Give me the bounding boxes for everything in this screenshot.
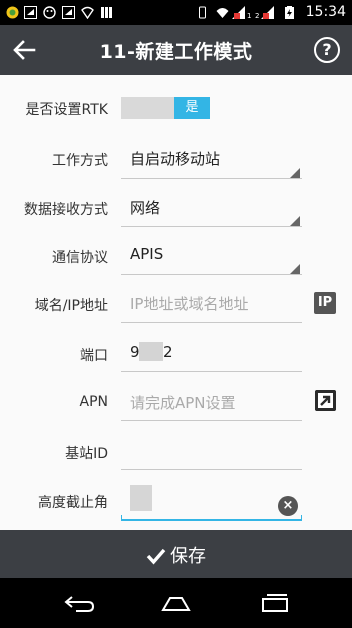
rtk-toggle[interactable]: 是: [121, 97, 210, 119]
work-mode-value: 自启动移动站: [130, 150, 221, 168]
ip-button[interactable]: IP: [314, 292, 336, 314]
port-label: 端口: [80, 348, 108, 364]
data-receive-label: 数据接收方式: [24, 202, 108, 218]
wifi-icon: [216, 8, 229, 18]
signal-notification-icon: [62, 6, 75, 19]
domain-ip-underline: [121, 322, 302, 323]
svg-text:1: 1: [247, 12, 251, 19]
apn-settings-icon[interactable]: [315, 390, 336, 411]
battery-icon: [285, 6, 294, 19]
help-button[interactable]: ?: [314, 37, 340, 63]
focus-tick-right: [301, 515, 302, 520]
spinner-arrow-icon: [290, 216, 300, 226]
nav-back-icon[interactable]: [62, 593, 96, 613]
domain-ip-label: 域名/IP地址: [34, 298, 108, 314]
domain-ip-placeholder: IP地址或域名地址: [130, 295, 249, 313]
spinner-arrow-icon: [290, 168, 300, 178]
clear-input-icon[interactable]: ×: [278, 496, 298, 516]
app-bar: 11-新建工作模式 ?: [0, 25, 352, 75]
status-bar: 1 2 15:34: [0, 0, 352, 25]
navigation-bar: [0, 578, 352, 628]
focus-tick-left: [121, 515, 122, 520]
sim2-signal-icon: 2: [255, 6, 274, 19]
port-underline: [121, 371, 302, 372]
save-label: 保存: [170, 546, 206, 567]
bars-notification-icon: [101, 7, 112, 18]
cutoff-angle-label: 高度截止角: [38, 495, 108, 511]
protocol-label: 通信协议: [52, 250, 108, 266]
apn-placeholder: 请完成APN设置: [130, 394, 236, 412]
svg-text:2: 2: [255, 12, 259, 19]
check-icon: [146, 548, 166, 565]
rtk-label: 是否设置RTK: [25, 102, 108, 118]
protocol-underline: [121, 274, 302, 275]
redacted-port-digits: [139, 342, 163, 361]
base-id-label: 基站ID: [65, 446, 108, 462]
apn-underline: [121, 420, 302, 421]
work-mode-label: 工作方式: [52, 153, 108, 169]
status-time: 15:34: [305, 4, 346, 20]
rtk-toggle-knob: 是: [174, 97, 210, 119]
save-button[interactable]: 保存: [0, 530, 352, 578]
vibrate-icon: [199, 6, 206, 19]
download-notification-icon: [24, 6, 37, 19]
protocol-value: APIS: [130, 245, 164, 263]
page-title: 11-新建工作模式: [99, 41, 253, 63]
spinner-arrow-icon: [290, 264, 300, 274]
nav-home-icon[interactable]: [159, 593, 193, 613]
work-mode-underline: [121, 178, 302, 179]
sim1-signal-icon: 1: [232, 6, 251, 19]
redacted-angle-value: [130, 485, 152, 511]
data-receive-value: 网络: [130, 199, 161, 217]
face-notification-icon: [43, 6, 56, 19]
port-value-end: 2: [163, 343, 173, 361]
base-id-underline: [121, 469, 302, 470]
nav-recents-icon[interactable]: [258, 593, 292, 613]
data-receive-underline: [121, 226, 302, 227]
apn-label: APN: [79, 394, 109, 410]
app-notification-icon: [6, 6, 19, 19]
cutoff-angle-focus-line: [121, 519, 302, 521]
wifi-notification-icon: [81, 6, 94, 19]
